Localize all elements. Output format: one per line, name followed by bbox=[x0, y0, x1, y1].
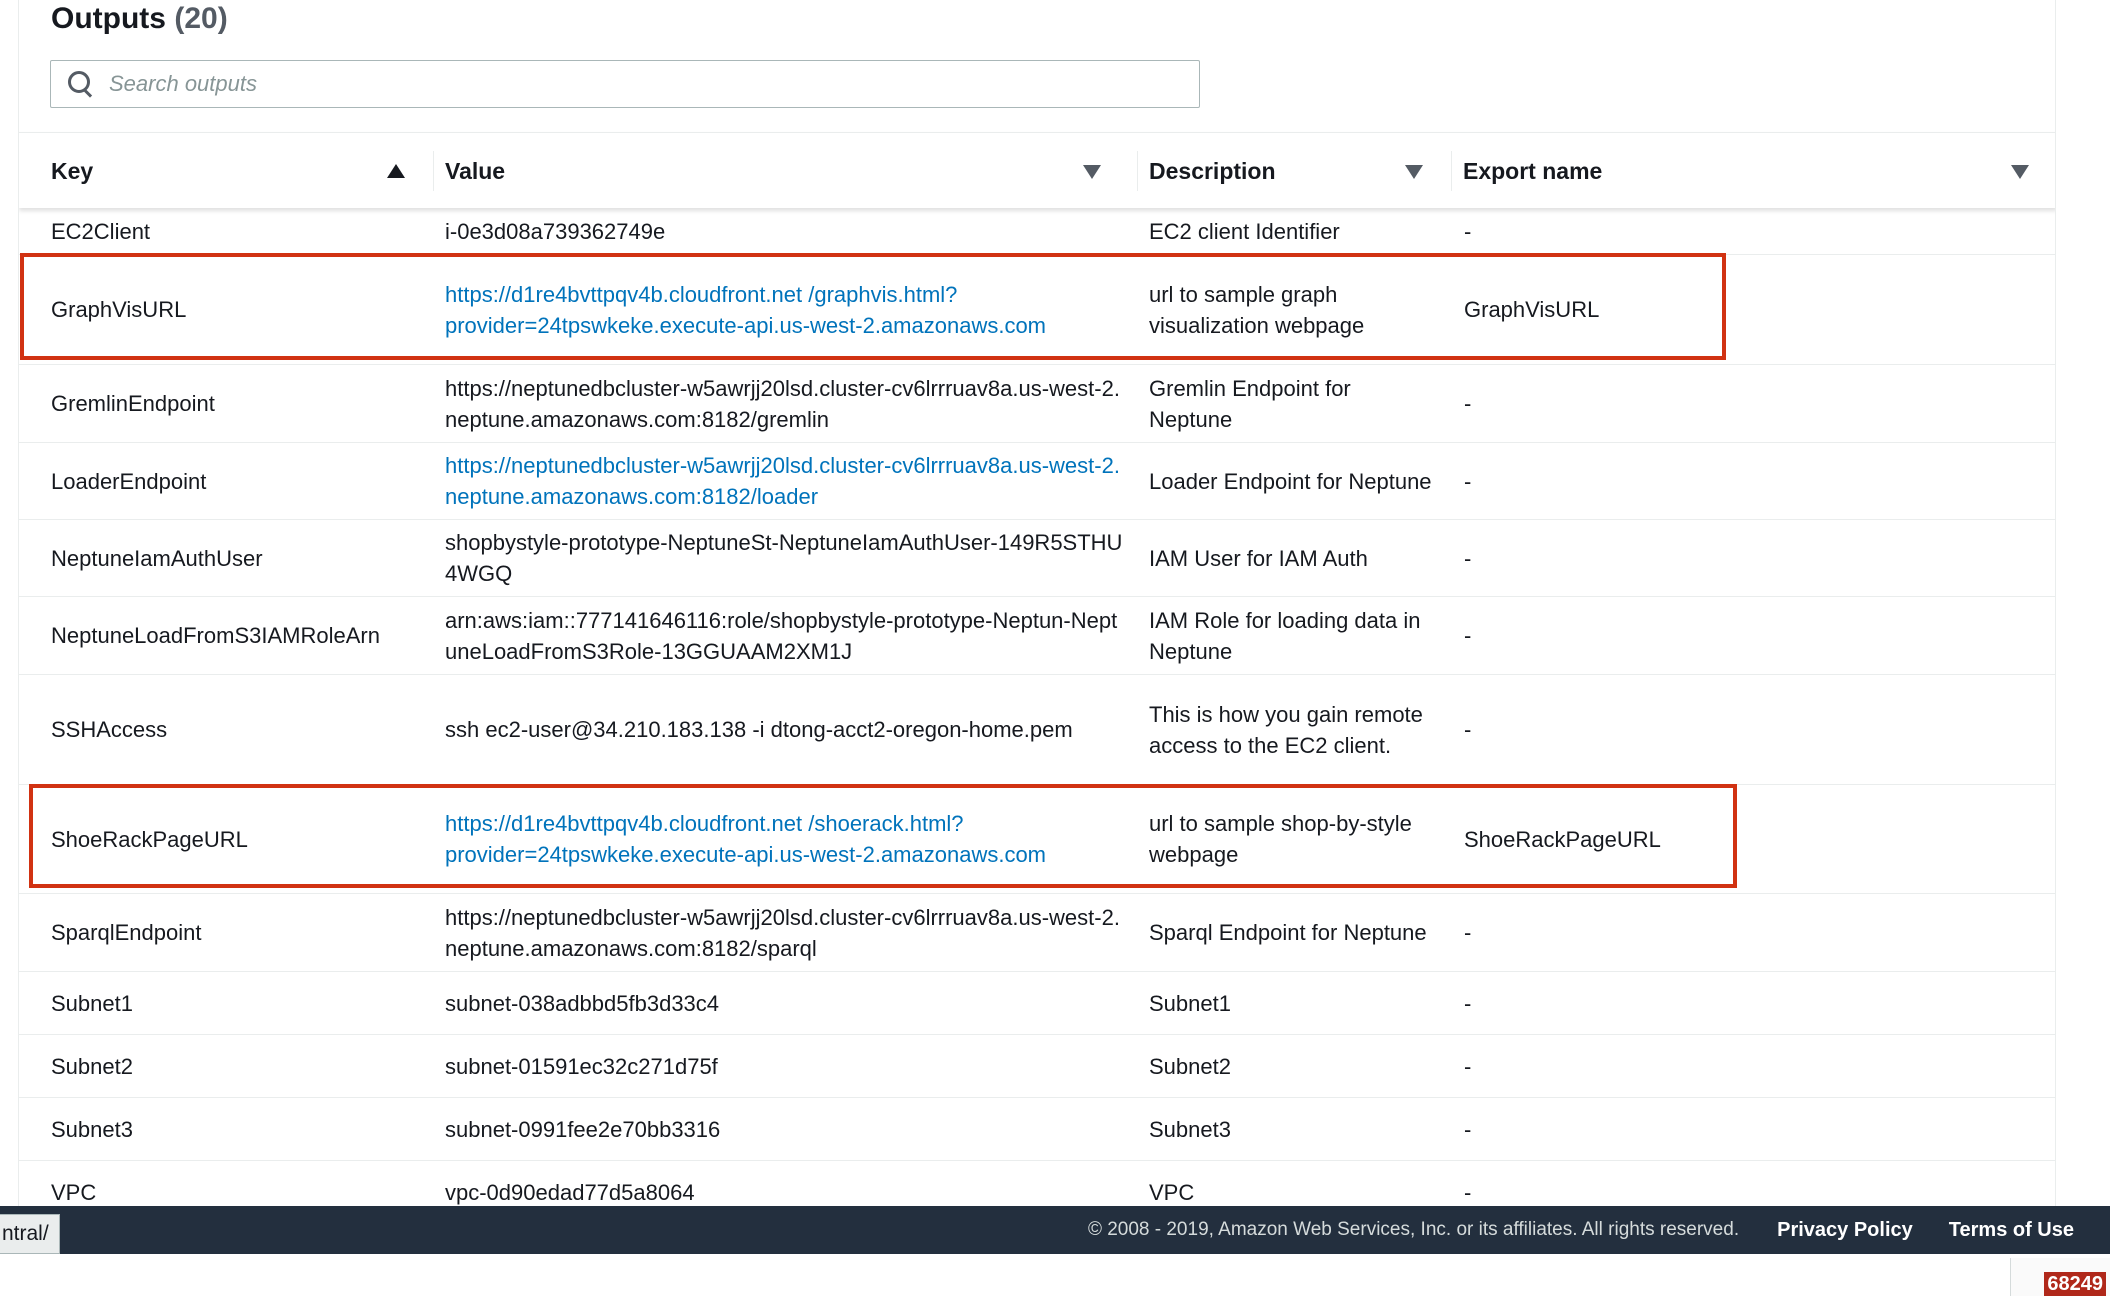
counter-badge: 68249 bbox=[2044, 1272, 2106, 1296]
value-link[interactable]: https://neptunedbcluster-w5awrjj20lsd.cl… bbox=[445, 450, 1125, 512]
cell-key: NeptuneIamAuthUser bbox=[51, 545, 263, 571]
outputs-count: (20) bbox=[174, 2, 228, 35]
table-row: Subnet3 subnet-0991fee2e70bb3316 Subnet3… bbox=[19, 1098, 2055, 1161]
cell-description: Subnet2 bbox=[1149, 1053, 1231, 1079]
value-link[interactable]: https://d1re4bvttpqv4b.cloudfront.net /s… bbox=[445, 808, 1125, 870]
corner-counter: 68249 bbox=[2010, 1258, 2110, 1296]
cell-value: subnet-0991fee2e70bb3316 bbox=[445, 1116, 721, 1142]
column-label-key: Key bbox=[51, 157, 94, 184]
cell-export-name: - bbox=[1464, 1053, 1472, 1079]
cell-description: url to sample graph visualization webpag… bbox=[1149, 281, 1365, 338]
cell-description: EC2 client Identifier bbox=[1149, 218, 1340, 244]
panel-title-text: Outputs bbox=[51, 2, 166, 35]
cell-export-name: - bbox=[1464, 468, 1472, 494]
column-divider bbox=[433, 151, 434, 191]
table-row: Subnet2 subnet-01591ec32c271d75f Subnet2… bbox=[19, 1035, 2055, 1098]
cell-key: Subnet2 bbox=[51, 1053, 133, 1079]
cell-description: IAM User for IAM Auth bbox=[1149, 545, 1368, 571]
cell-key: GremlinEndpoint bbox=[51, 391, 215, 416]
cell-export-name: - bbox=[1464, 218, 1472, 244]
cell-value: subnet-038adbbd5fb3d33c4 bbox=[445, 990, 720, 1016]
cell-value: https://neptunedbcluster-w5awrjj20lsd.cl… bbox=[445, 375, 1120, 432]
cell-export-name: GraphVisURL bbox=[1464, 297, 1600, 322]
cell-export-name: - bbox=[1464, 545, 1472, 571]
cell-export-name: - bbox=[1464, 990, 1472, 1016]
sort-ascending-icon[interactable] bbox=[387, 164, 405, 178]
cell-description: Sparql Endpoint for Neptune bbox=[1149, 920, 1427, 945]
browser-status-url: ntral/ bbox=[0, 1214, 60, 1254]
cell-value: i-0e3d08a739362749e bbox=[445, 218, 666, 244]
cell-key: Subnet3 bbox=[51, 1116, 133, 1142]
column-label-export-name: Export name bbox=[1463, 157, 1603, 184]
cell-key: EC2Client bbox=[51, 218, 151, 244]
column-header-key[interactable]: Key bbox=[39, 133, 433, 209]
table-row: GremlinEndpoint https://neptunedbcluster… bbox=[19, 365, 2055, 443]
column-label-value: Value bbox=[445, 157, 506, 184]
cell-key: LoaderEndpoint bbox=[51, 468, 207, 494]
cell-export-name: - bbox=[1464, 920, 1472, 945]
cell-export-name: - bbox=[1464, 1116, 1472, 1142]
cell-value: https://d1re4bvttpqv4b.cloudfront.net /g… bbox=[445, 255, 1125, 364]
cell-value: subnet-01591ec32c271d75f bbox=[445, 1053, 718, 1079]
cell-key: GraphVisURL bbox=[51, 297, 187, 322]
cell-value: https://d1re4bvttpqv4b.cloudfront.net /s… bbox=[445, 785, 1125, 893]
table-row: LoaderEndpoint https://neptunedbcluster-… bbox=[19, 443, 2055, 520]
search-input[interactable] bbox=[109, 71, 1189, 97]
table-row: SSHAccess ssh ec2-user@34.210.183.138 -i… bbox=[19, 675, 2055, 785]
cell-export-name: - bbox=[1464, 623, 1472, 648]
cell-value: ssh ec2-user@34.210.183.138 -i dtong-acc… bbox=[445, 717, 1073, 742]
cell-key: VPC bbox=[51, 1179, 97, 1205]
table-row: NeptuneIamAuthUser shopbystyle-prototype… bbox=[19, 520, 2055, 597]
sort-caret-icon[interactable] bbox=[1083, 165, 1101, 179]
cell-value: vpc-0d90edad77d5a8064 bbox=[445, 1179, 695, 1205]
cell-key: SSHAccess bbox=[51, 717, 168, 742]
table-row: EC2Client i-0e3d08a739362749e EC2 client… bbox=[19, 208, 2055, 255]
column-header-description[interactable]: Description bbox=[1137, 133, 1451, 209]
table-row: Subnet1 subnet-038adbbd5fb3d33c4 Subnet1… bbox=[19, 972, 2055, 1035]
cell-export-name: - bbox=[1464, 1179, 1472, 1205]
cell-value: https://neptunedbcluster-w5awrjj20lsd.cl… bbox=[445, 443, 1125, 519]
privacy-policy-link[interactable]: Privacy Policy bbox=[1777, 1219, 1913, 1242]
cell-description: url to sample shop-by-style webpage bbox=[1149, 811, 1412, 867]
cell-value: arn:aws:iam::777141646116:role/shopbysty… bbox=[445, 607, 1118, 664]
table-header: Key Value Description Export name bbox=[19, 132, 2055, 209]
cell-description: Subnet3 bbox=[1149, 1116, 1231, 1142]
cell-key: SparqlEndpoint bbox=[51, 920, 202, 945]
cell-key: ShoeRackPageURL bbox=[51, 826, 248, 852]
outputs-panel: Outputs (20) Key Value Description Expor… bbox=[18, 0, 2056, 1206]
cell-export-name: - bbox=[1464, 391, 1472, 416]
cell-key: NeptuneLoadFromS3IAMRoleArn bbox=[51, 623, 380, 648]
search-box[interactable] bbox=[50, 60, 1200, 108]
terms-of-use-link[interactable]: Terms of Use bbox=[1949, 1219, 2074, 1242]
table-row: NeptuneLoadFromS3IAMRoleArn arn:aws:iam:… bbox=[19, 597, 2055, 675]
console-footer: © 2008 - 2019, Amazon Web Services, Inc.… bbox=[0, 1206, 2110, 1254]
column-label-description: Description bbox=[1149, 157, 1276, 184]
cell-export-name: ShoeRackPageURL bbox=[1464, 826, 1661, 852]
value-link[interactable]: https://d1re4bvttpqv4b.cloudfront.net /g… bbox=[445, 279, 1125, 341]
sort-caret-icon[interactable] bbox=[2011, 165, 2029, 179]
page-bottom bbox=[0, 1254, 2110, 1296]
cell-description: Gremlin Endpoint for Neptune bbox=[1149, 375, 1351, 432]
table-row: VPC vpc-0d90edad77d5a8064 VPC - bbox=[19, 1161, 2055, 1206]
sort-caret-icon[interactable] bbox=[1405, 165, 1423, 179]
cell-key: Subnet1 bbox=[51, 990, 133, 1016]
table-row: SparqlEndpoint https://neptunedbcluster-… bbox=[19, 894, 2055, 972]
cell-description: This is how you gain remote access to th… bbox=[1149, 701, 1423, 758]
copyright-text: © 2008 - 2019, Amazon Web Services, Inc.… bbox=[1087, 1219, 1740, 1240]
cell-description: Subnet1 bbox=[1149, 990, 1231, 1016]
column-header-value[interactable]: Value bbox=[433, 133, 1137, 209]
table-row: ShoeRackPageURL https://d1re4bvttpqv4b.c… bbox=[19, 785, 2055, 894]
table-row: GraphVisURL https://d1re4bvttpqv4b.cloud… bbox=[19, 255, 2055, 365]
column-divider bbox=[1451, 151, 1452, 191]
cell-value: https://neptunedbcluster-w5awrjj20lsd.cl… bbox=[445, 904, 1120, 961]
panel-title: Outputs (20) bbox=[51, 2, 228, 36]
column-divider bbox=[1137, 151, 1138, 191]
cell-description: Loader Endpoint for Neptune bbox=[1149, 468, 1432, 494]
cell-export-name: - bbox=[1464, 717, 1472, 742]
cell-value: shopbystyle-prototype-NeptuneSt-NeptuneI… bbox=[445, 530, 1123, 586]
column-header-export-name[interactable]: Export name bbox=[1451, 133, 2055, 209]
cell-description: IAM Role for loading data in Neptune bbox=[1149, 607, 1421, 664]
cell-description: VPC bbox=[1149, 1179, 1195, 1205]
search-icon bbox=[67, 70, 95, 98]
